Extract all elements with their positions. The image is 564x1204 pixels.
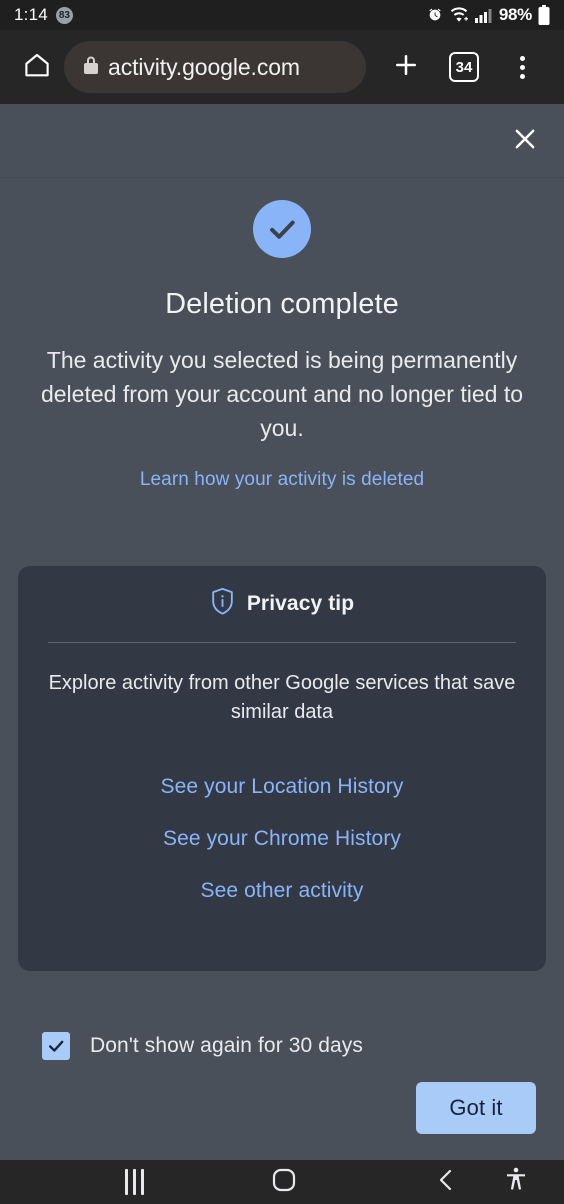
recent-apps-button[interactable] [104, 1160, 164, 1204]
alarm-icon [427, 7, 443, 23]
toolbar-actions: 34 [378, 39, 550, 95]
close-icon [511, 125, 539, 158]
overflow-menu-icon [519, 55, 525, 79]
close-button[interactable] [500, 116, 550, 166]
system-nav-bar [0, 1160, 564, 1204]
home-icon [22, 50, 52, 85]
home-nav-button[interactable] [254, 1160, 314, 1204]
status-bar-left: 1:14 83 [14, 5, 73, 25]
plus-icon [391, 50, 421, 85]
privacy-tip-header: Privacy tip [44, 566, 520, 642]
learn-how-activity-deleted-link[interactable]: Learn how your activity is deleted [40, 469, 524, 491]
see-location-history-link[interactable]: See your Location History [44, 761, 520, 813]
dialog-body: Deletion complete The activity you selec… [0, 200, 564, 491]
see-chrome-history-link[interactable]: See your Chrome History [44, 813, 520, 865]
dont-show-again-checkbox-row[interactable]: Don't show again for 30 days [42, 1032, 363, 1060]
back-button-icon [434, 1167, 458, 1198]
dialog-header [0, 104, 564, 178]
shield-info-icon [210, 587, 235, 621]
page-title: Deletion complete [165, 288, 399, 320]
accessibility-button[interactable] [486, 1160, 546, 1204]
clock: 1:14 [14, 5, 48, 24]
see-other-activity-link[interactable]: See other activity [44, 865, 520, 917]
privacy-tip-card: Privacy tip Explore activity from other … [18, 566, 546, 971]
notification-count-badge: 83 [55, 6, 73, 24]
overflow-menu-button[interactable] [494, 39, 550, 95]
home-button-icon [271, 1166, 297, 1199]
battery-percent: 98% [498, 5, 532, 24]
card-divider [48, 642, 516, 643]
new-tab-button[interactable] [378, 39, 434, 95]
phone-screen: 1:14 83 98% activity.google.com 34 Delet… [0, 0, 564, 1204]
accessibility-icon [504, 1166, 528, 1199]
dont-show-again-checkbox[interactable] [42, 1032, 70, 1060]
status-bar-right: 98% [427, 5, 550, 25]
dialog-subtitle: The activity you selected is being perma… [40, 347, 524, 441]
privacy-tip-description: Explore activity from other Google servi… [48, 672, 516, 723]
lock-icon [82, 54, 100, 81]
back-nav-button[interactable] [416, 1160, 476, 1204]
check-circle-icon [253, 200, 311, 258]
tab-count-label: 34 [449, 52, 479, 82]
privacy-tip-heading: Privacy tip [246, 592, 355, 615]
url-text: activity.google.com [108, 53, 300, 80]
browser-toolbar: activity.google.com 34 [0, 30, 564, 104]
privacy-tip-links: See your Location History See your Chrom… [44, 761, 520, 917]
address-bar[interactable]: activity.google.com [64, 41, 366, 93]
recent-apps-icon [124, 1169, 144, 1195]
dont-show-again-label: Don't show again for 30 days [90, 1034, 363, 1057]
home-button[interactable] [14, 50, 60, 85]
battery-icon [538, 5, 550, 25]
status-bar: 1:14 83 98% [0, 0, 564, 30]
got-it-button[interactable]: Got it [416, 1082, 536, 1134]
tab-switcher-button[interactable]: 34 [436, 39, 492, 95]
cellular-signal-icon [474, 7, 493, 23]
wifi-icon [449, 7, 469, 23]
deletion-complete-dialog: Deletion complete The activity you selec… [0, 104, 564, 1160]
